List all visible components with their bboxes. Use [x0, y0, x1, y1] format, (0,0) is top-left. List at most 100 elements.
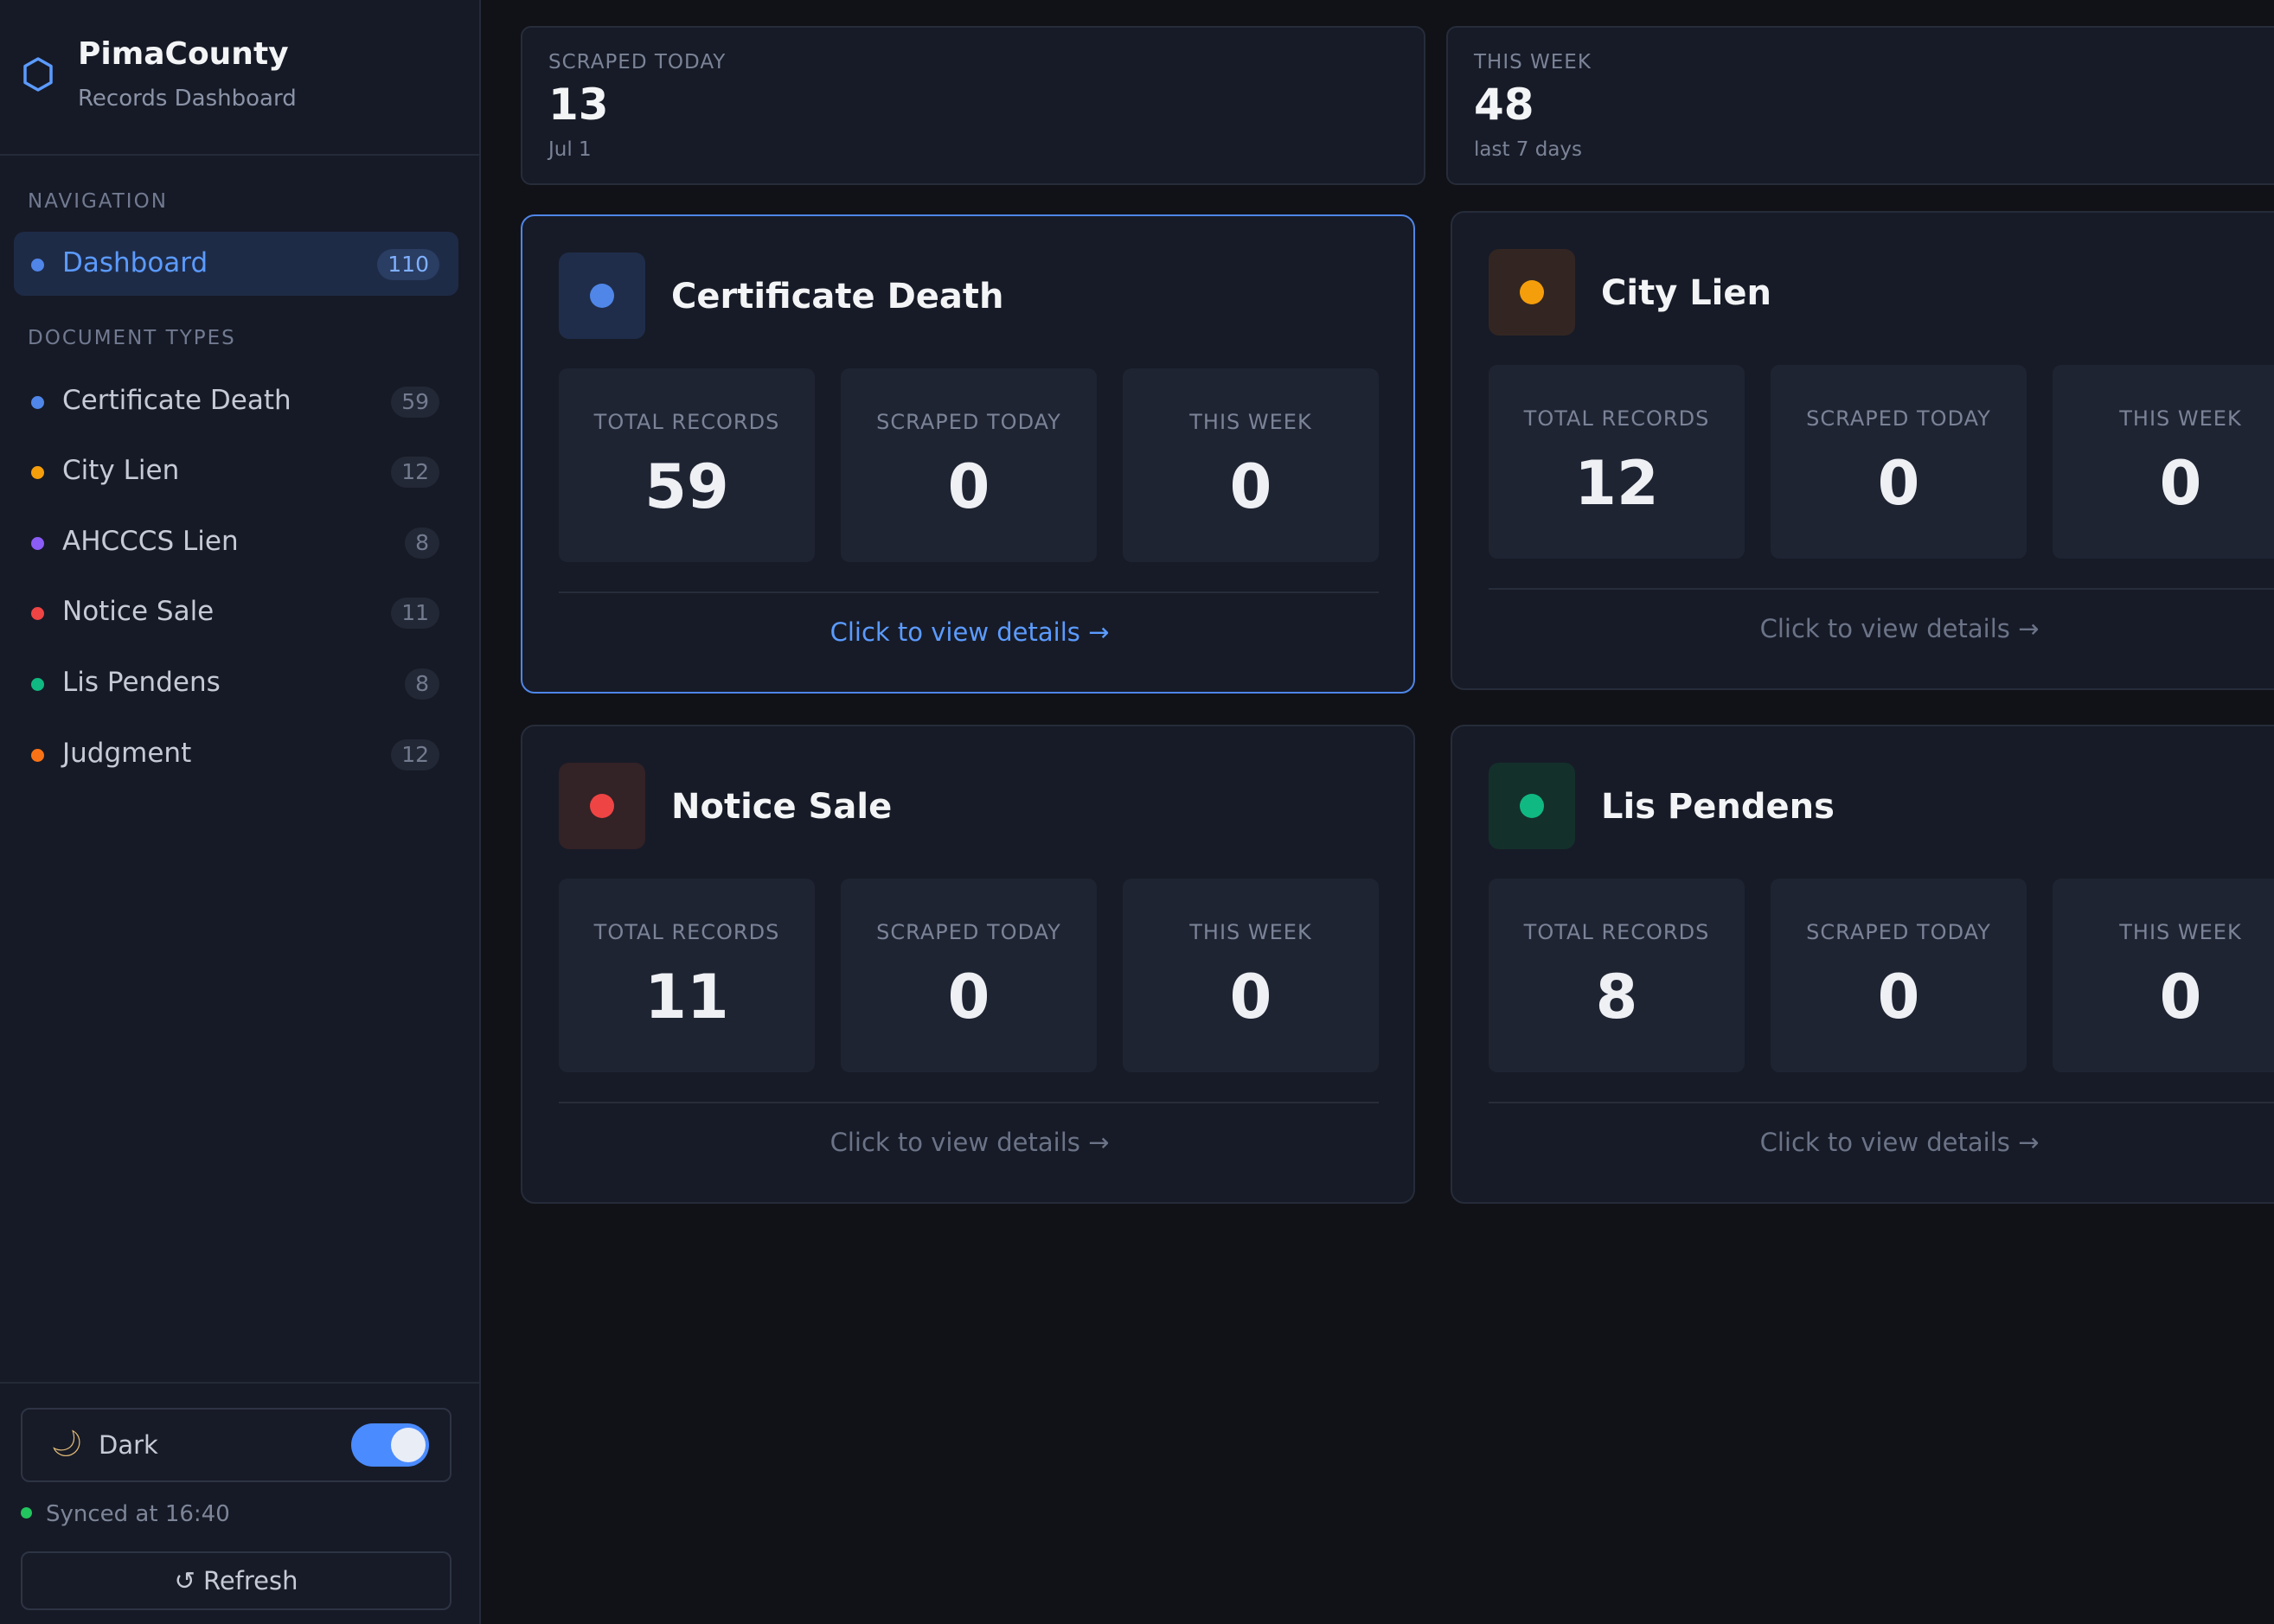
sidebar-item-notice-sale[interactable]: Notice Sale 11	[14, 580, 458, 644]
metric-total-records: TOTAL RECORDS 59	[559, 368, 815, 562]
sidebar-item-label: Judgment	[62, 738, 192, 769]
sidebar-item-label: Dashboard	[62, 247, 208, 278]
sidebar: PimaCounty Records Dashboard NAVIGATION …	[0, 0, 481, 1624]
sidebar-item-count: 59	[391, 387, 439, 418]
summary-card-scraped-today: SCRAPED TODAY 13 Jul 1	[521, 26, 1425, 185]
sidebar-item-count: 8	[405, 668, 439, 700]
card-divider	[1489, 588, 2274, 590]
metric-label: TOTAL RECORDS	[1523, 406, 1710, 431]
metric-label: THIS WEEK	[2119, 920, 2242, 944]
metric-label: SCRAPED TODAY	[876, 920, 1061, 944]
doc-card-city-lien[interactable]: City Lien TOTAL RECORDS 12 SCRAPED TODAY…	[1451, 211, 2274, 690]
sidebar-item-count: 11	[391, 598, 439, 629]
card-divider	[559, 591, 1379, 593]
metric-value: 0	[947, 451, 990, 522]
metric-label: SCRAPED TODAY	[1806, 406, 1991, 431]
sidebar-item-label: Lis Pendens	[62, 667, 221, 698]
dashboard-dot	[31, 259, 44, 272]
doc-type-icon	[1489, 249, 1575, 336]
doc-type-icon	[559, 763, 645, 849]
type-dot	[31, 537, 44, 550]
sidebar-item-ahcccs-lien[interactable]: AHCCCS Lien 8	[14, 510, 458, 574]
metric-value: 0	[1229, 962, 1272, 1033]
stat-value: 13	[548, 80, 609, 130]
card-divider	[1489, 1102, 2274, 1103]
type-dot	[31, 678, 44, 691]
type-dot	[31, 466, 44, 479]
metric-this-week: THIS WEEK 0	[2053, 879, 2274, 1072]
metric-label: THIS WEEK	[2119, 406, 2242, 431]
metric-scraped-today: SCRAPED TODAY 0	[1771, 879, 2027, 1072]
sidebar-item-certificate-death[interactable]: Certificate Death 59	[14, 369, 458, 433]
refresh-button[interactable]: ↺ Refresh	[21, 1551, 452, 1610]
sidebar-item-count: 12	[391, 739, 439, 770]
doc-type-icon	[1489, 763, 1575, 849]
stat-subtext: Jul 1	[548, 138, 592, 161]
view-details-link[interactable]: Click to view details →	[522, 617, 1417, 647]
sidebar-item-count: 8	[405, 527, 439, 559]
sidebar-item-label: Certificate Death	[62, 385, 291, 416]
metric-value: 59	[644, 451, 729, 522]
sidebar-item-count: 110	[377, 249, 439, 280]
sync-status-dot	[21, 1507, 32, 1519]
brand-subtitle: Records Dashboard	[78, 86, 297, 112]
metric-label: SCRAPED TODAY	[876, 410, 1061, 434]
metric-value: 0	[2159, 448, 2202, 519]
view-details-link[interactable]: Click to view details →	[1452, 1128, 2274, 1157]
dark-mode-toggle[interactable]	[351, 1423, 429, 1467]
metric-this-week: THIS WEEK 0	[2053, 365, 2274, 559]
type-dot	[31, 607, 44, 620]
doc-type-dot	[1520, 794, 1544, 818]
stat-label: THIS WEEK	[1474, 51, 1592, 74]
type-dot	[31, 749, 44, 762]
sidebar-item-count: 12	[391, 457, 439, 488]
metric-total-records: TOTAL RECORDS 12	[1489, 365, 1745, 559]
doc-card-title: Certificate Death	[671, 277, 1004, 316]
sync-status: Synced at 16:40	[21, 1501, 230, 1527]
summary-card-this-week: THIS WEEK 48 last 7 days	[1446, 26, 2274, 185]
metric-label: TOTAL RECORDS	[593, 920, 780, 944]
metric-label: SCRAPED TODAY	[1806, 920, 1991, 944]
doc-card-lis-pendens[interactable]: Lis Pendens TOTAL RECORDS 8 SCRAPED TODA…	[1451, 725, 2274, 1204]
sidebar-footer: 🌙︎ Dark Synced at 16:40 ↺ Refresh	[0, 1382, 481, 1624]
sidebar-item-dashboard[interactable]: Dashboard 110	[14, 232, 458, 296]
sidebar-item-lis-pendens[interactable]: Lis Pendens 8	[14, 651, 458, 715]
view-details-link[interactable]: Click to view details →	[1452, 614, 2274, 643]
doc-types-section-label: DOCUMENT TYPES	[28, 327, 236, 349]
doc-type-dot	[590, 794, 614, 818]
theme-switcher: 🌙︎ Dark	[21, 1408, 452, 1482]
card-divider	[559, 1102, 1379, 1103]
stat-label: SCRAPED TODAY	[548, 51, 727, 74]
doc-card-notice-sale[interactable]: Notice Sale TOTAL RECORDS 11 SCRAPED TOD…	[521, 725, 1415, 1204]
moon-icon: 🌙︎	[50, 1429, 84, 1459]
sidebar-item-label: Notice Sale	[62, 596, 215, 627]
doc-card-title: Lis Pendens	[1601, 787, 1835, 827]
sync-status-text: Synced at 16:40	[46, 1501, 230, 1527]
sidebar-item-judgment[interactable]: Judgment 12	[14, 722, 458, 786]
doc-card-certificate-death[interactable]: Certificate Death TOTAL RECORDS 59 SCRAP…	[521, 214, 1415, 694]
metric-total-records: TOTAL RECORDS 8	[1489, 879, 1745, 1072]
stat-value: 48	[1474, 80, 1534, 130]
sidebar-item-label: AHCCCS Lien	[62, 526, 239, 557]
metric-this-week: THIS WEEK 0	[1123, 368, 1379, 562]
brand-name: PimaCounty	[78, 36, 289, 72]
metric-value: 11	[644, 962, 729, 1033]
metric-value: 0	[2159, 962, 2202, 1033]
view-details-link[interactable]: Click to view details →	[522, 1128, 1417, 1157]
sidebar-item-label: City Lien	[62, 455, 180, 486]
doc-card-title: City Lien	[1601, 273, 1771, 313]
sidebar-item-city-lien[interactable]: City Lien 12	[14, 439, 458, 503]
metric-label: THIS WEEK	[1189, 920, 1312, 944]
doc-card-title: Notice Sale	[671, 787, 893, 827]
metric-this-week: THIS WEEK 0	[1123, 879, 1379, 1072]
metric-scraped-today: SCRAPED TODAY 0	[841, 879, 1097, 1072]
metric-scraped-today: SCRAPED TODAY 0	[841, 368, 1097, 562]
metric-value: 0	[947, 962, 990, 1033]
type-dot	[31, 396, 44, 409]
metric-total-records: TOTAL RECORDS 11	[559, 879, 815, 1072]
metric-value: 8	[1595, 962, 1638, 1033]
metric-label: TOTAL RECORDS	[1523, 920, 1710, 944]
brand-header: PimaCounty Records Dashboard	[0, 0, 481, 156]
metric-value: 12	[1574, 448, 1659, 519]
nav-section-label: NAVIGATION	[28, 190, 168, 213]
